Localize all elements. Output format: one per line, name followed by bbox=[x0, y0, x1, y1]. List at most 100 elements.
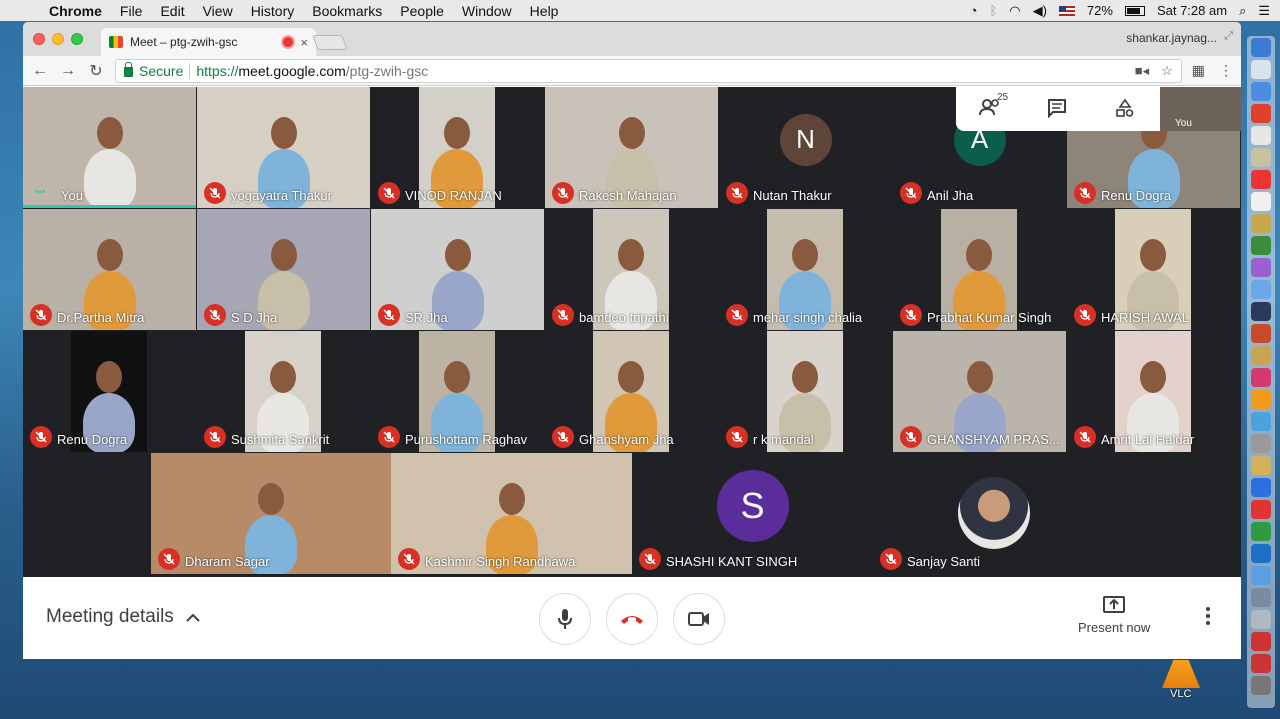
lock-icon[interactable] bbox=[124, 62, 133, 77]
participant-tile[interactable]: Amrit Lal Haldar bbox=[1067, 331, 1240, 452]
menu-file[interactable]: File bbox=[111, 3, 152, 19]
meeting-details-button[interactable]: Meeting details bbox=[46, 606, 200, 628]
participant-tile[interactable]: S D Jha bbox=[197, 209, 370, 330]
participant-tile[interactable]: Purushottam Raghav bbox=[371, 331, 544, 452]
more-options-icon[interactable] bbox=[1206, 607, 1210, 625]
battery-icon[interactable] bbox=[1124, 5, 1145, 16]
people-button[interactable]: 25 bbox=[979, 92, 1008, 120]
dock-app-icon[interactable] bbox=[1251, 544, 1271, 563]
participant-tile[interactable]: Prabhat Kumar Singh bbox=[893, 209, 1066, 330]
dock-app-icon[interactable] bbox=[1251, 148, 1271, 167]
participant-tile[interactable]: bamdeo tripathi bbox=[545, 209, 718, 330]
participant-tile[interactable]: ••• You bbox=[23, 87, 196, 208]
leave-call-button[interactable] bbox=[606, 593, 658, 645]
spotlight-search-icon[interactable]: ⌕ bbox=[1239, 3, 1246, 19]
participant-tile[interactable]: HARISH AWAL bbox=[1067, 209, 1240, 330]
forward-icon[interactable]: → bbox=[59, 62, 77, 80]
menubar-clock[interactable]: Sat 7:28 am bbox=[1157, 3, 1227, 18]
participant-tile[interactable]: N Nutan Thakur bbox=[719, 87, 892, 208]
minimize-window-button[interactable] bbox=[52, 33, 64, 45]
menu-people[interactable]: People bbox=[391, 3, 453, 19]
activities-button[interactable] bbox=[1115, 98, 1137, 120]
menu-history[interactable]: History bbox=[242, 3, 304, 19]
dock-app-icon[interactable] bbox=[1251, 192, 1271, 211]
back-icon[interactable]: ← bbox=[31, 62, 49, 80]
dock-app-icon[interactable] bbox=[1251, 170, 1271, 189]
dock-app-icon[interactable] bbox=[1251, 38, 1271, 57]
participant-tile[interactable]: VINOD RANJAN bbox=[371, 87, 544, 208]
dock-app-icon[interactable] bbox=[1251, 104, 1271, 123]
dock-app-icon[interactable] bbox=[1251, 654, 1271, 673]
dock-app-icon[interactable] bbox=[1251, 676, 1271, 695]
chat-button[interactable] bbox=[1047, 98, 1069, 120]
participant-tile[interactable]: r k mandal bbox=[719, 331, 892, 452]
wifi-icon[interactable]: ◠ bbox=[1009, 3, 1020, 19]
dock-app-icon[interactable] bbox=[1251, 500, 1271, 519]
menu-window[interactable]: Window bbox=[453, 3, 521, 19]
participant-tile[interactable]: SR Jha bbox=[371, 209, 544, 330]
dock-app-icon[interactable] bbox=[1251, 412, 1271, 431]
participant-tile[interactable]: Dr.Partha Mitra bbox=[23, 209, 196, 330]
dock-app-icon[interactable] bbox=[1251, 60, 1271, 79]
microphone-button[interactable] bbox=[539, 593, 591, 645]
secure-label[interactable]: Secure bbox=[139, 63, 183, 79]
vlc-label[interactable]: VLC bbox=[1170, 688, 1191, 700]
menu-bookmarks[interactable]: Bookmarks bbox=[303, 3, 391, 19]
chrome-menu-icon[interactable]: ⋮ bbox=[1219, 62, 1233, 79]
dock-app-icon[interactable] bbox=[1251, 434, 1271, 453]
fullscreen-icon[interactable]: ⤢ bbox=[1224, 30, 1233, 43]
present-now-button[interactable]: Present now bbox=[1078, 596, 1150, 635]
dock-app-icon[interactable] bbox=[1251, 280, 1271, 299]
address-bar[interactable]: Secure https://meet.google.com/ptg-zwih-… bbox=[115, 58, 1182, 83]
vlc-desktop-icon[interactable] bbox=[1162, 660, 1200, 688]
battery-percent[interactable]: 72% bbox=[1087, 3, 1113, 18]
dock-app-icon[interactable] bbox=[1251, 236, 1271, 255]
dock-app-icon[interactable] bbox=[1251, 632, 1271, 651]
participant-tile[interactable]: Sushmita Sankrit bbox=[197, 331, 370, 452]
dock-app-icon[interactable] bbox=[1251, 346, 1271, 365]
url-text[interactable]: https://meet.google.com/ptg-zwih-gsc bbox=[196, 63, 428, 79]
dock-app-icon[interactable] bbox=[1251, 478, 1271, 497]
bluetooth-icon[interactable]: ᛒ bbox=[989, 3, 997, 18]
participant-tile[interactable]: Ghanshyam Jha bbox=[545, 331, 718, 452]
dock-app-icon[interactable] bbox=[1251, 610, 1271, 629]
dock-app-icon[interactable] bbox=[1251, 566, 1271, 585]
participant-tile[interactable]: Kashmir Singh Randhawa bbox=[391, 453, 632, 574]
dock-app-icon[interactable] bbox=[1251, 390, 1271, 409]
new-tab-button[interactable] bbox=[312, 35, 348, 50]
participant-tile[interactable]: S SHASHI KANT SINGH bbox=[632, 453, 873, 574]
extension-grid-icon[interactable]: ▦ bbox=[1192, 62, 1205, 79]
participant-tile[interactable]: Rakesh Mahajan bbox=[545, 87, 718, 208]
profile-name[interactable]: shankar.jaynag... bbox=[1126, 31, 1217, 45]
dock-app-icon[interactable] bbox=[1251, 522, 1271, 541]
camera-button[interactable] bbox=[673, 593, 725, 645]
dock-app-icon[interactable] bbox=[1251, 456, 1271, 475]
participant-tile[interactable]: Renu Dogra bbox=[23, 331, 196, 452]
volume-icon[interactable]: ◀) bbox=[1033, 3, 1047, 19]
dock-app-icon[interactable] bbox=[1251, 302, 1271, 321]
dock-app-icon[interactable] bbox=[1251, 82, 1271, 101]
camera-in-use-icon[interactable]: ■◂ bbox=[1135, 63, 1149, 79]
participant-tile[interactable]: yogayatra Thakur bbox=[197, 87, 370, 208]
tab-meet[interactable]: Meet – ptg-zwih-gsc × bbox=[101, 28, 316, 56]
tab-close-icon[interactable]: × bbox=[300, 35, 308, 50]
close-window-button[interactable] bbox=[33, 33, 45, 45]
dock-app-icon[interactable] bbox=[1251, 126, 1271, 145]
dock-app-icon[interactable] bbox=[1251, 214, 1271, 233]
menu-view[interactable]: View bbox=[194, 3, 242, 19]
bookmark-star-icon[interactable]: ☆ bbox=[1161, 63, 1173, 79]
dock-app-icon[interactable] bbox=[1251, 258, 1271, 277]
participant-tile[interactable]: GHANSHYAM PRAS... bbox=[893, 331, 1066, 452]
participant-tile[interactable]: Dharam Sagar bbox=[151, 453, 391, 574]
notification-center-icon[interactable]: ☰ bbox=[1258, 3, 1270, 19]
dock-app-icon[interactable] bbox=[1251, 588, 1271, 607]
zoom-window-button[interactable] bbox=[71, 33, 83, 45]
menu-help[interactable]: Help bbox=[521, 3, 568, 19]
self-view-thumbnail[interactable]: You bbox=[1160, 87, 1241, 131]
participant-tile[interactable]: mehar singh chalia bbox=[719, 209, 892, 330]
dock-app-icon[interactable] bbox=[1251, 324, 1271, 343]
input-source-flag-icon[interactable] bbox=[1058, 5, 1075, 16]
menu-app-chrome[interactable]: Chrome bbox=[40, 3, 111, 19]
menu-edit[interactable]: Edit bbox=[151, 3, 193, 19]
time-machine-icon[interactable]: ◔ bbox=[970, 3, 978, 18]
